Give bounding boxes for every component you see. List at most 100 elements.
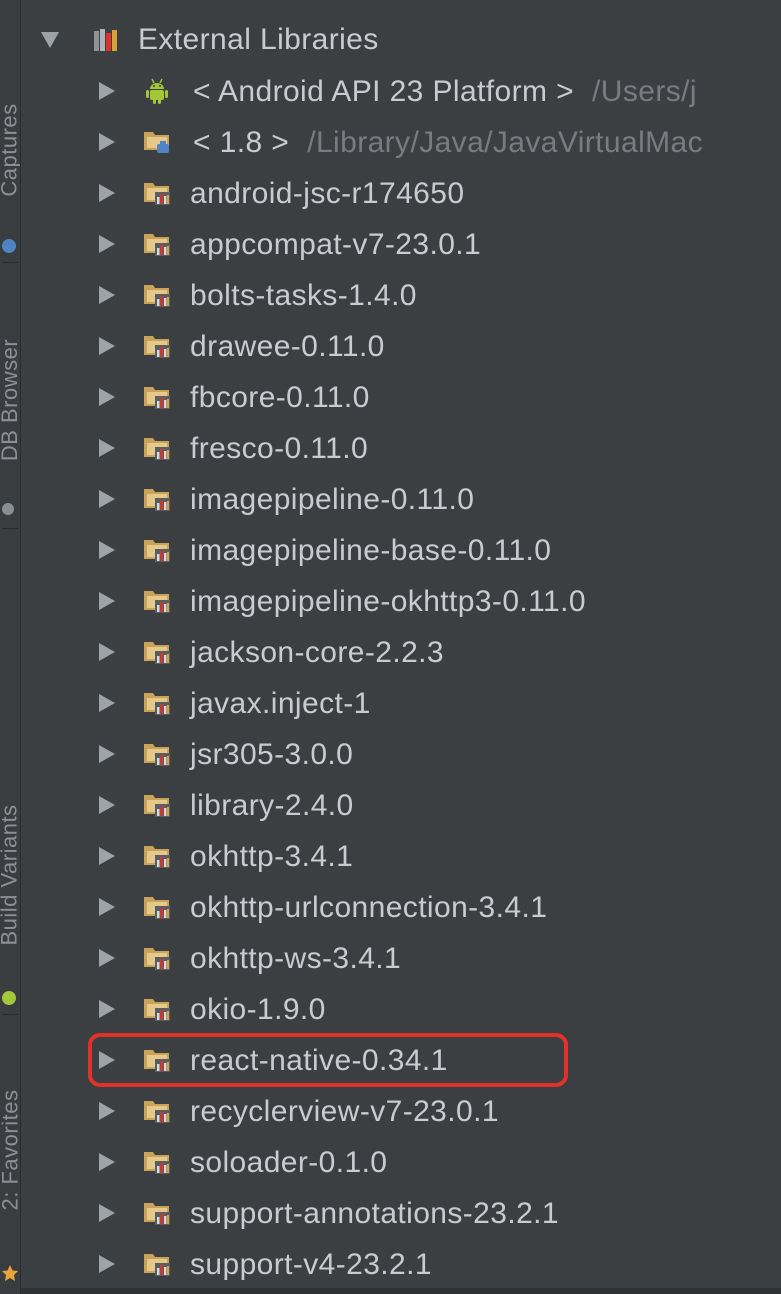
library-folder-icon — [143, 944, 171, 970]
tree-item[interactable]: imagepipeline-base-0.11.0 — [21, 525, 781, 576]
tree-item-name: support-v4-23.2.1 — [190, 1247, 432, 1281]
collapse-arrow-icon[interactable] — [99, 541, 115, 559]
tree-item-name: okhttp-urlconnection-3.4.1 — [190, 890, 548, 924]
tree-item-label: appcompat-v7-23.0.1 — [190, 228, 481, 262]
collapse-arrow-icon[interactable] — [99, 439, 115, 457]
tree-item[interactable]: okhttp-urlconnection-3.4.1 — [21, 882, 781, 933]
tree-item-label: jackson-core-2.2.3 — [190, 636, 444, 670]
favorites-tab-label: 2: Favorites — [0, 1089, 21, 1211]
tree-item[interactable]: support-annotations-23.2.1 — [21, 1188, 781, 1239]
captures-icon — [0, 236, 20, 256]
tree-item[interactable]: fresco-0.11.0 — [21, 423, 781, 474]
tree-item-label: bolts-tasks-1.4.0 — [190, 279, 417, 313]
collapse-arrow-icon[interactable] — [99, 82, 115, 100]
collapse-arrow-icon[interactable] — [99, 1204, 115, 1222]
db-browser-tab-label: DB Browser — [0, 338, 21, 462]
collapse-arrow-icon[interactable] — [99, 286, 115, 304]
tree-item-name: appcompat-v7-23.0.1 — [190, 227, 482, 261]
tree-item-name: < Android API 23 Platform > — [193, 74, 575, 108]
collapse-arrow-icon[interactable] — [99, 898, 115, 916]
tree-item-label: recyclerview-v7-23.0.1 — [190, 1095, 499, 1129]
tree-item-name: imagepipeline-okhttp3-0.11.0 — [190, 584, 586, 618]
library-folder-icon — [143, 587, 171, 613]
tree-item[interactable]: library-2.4.0 — [21, 780, 781, 831]
tree-item-label: fbcore-0.11.0 — [190, 381, 370, 415]
tree-item[interactable]: imagepipeline-okhttp3-0.11.0 — [21, 576, 781, 627]
favorites-tab[interactable]: 2: Favorites — [0, 1060, 20, 1240]
collapse-arrow-icon[interactable] — [99, 133, 115, 151]
tree-item[interactable]: recyclerview-v7-23.0.1 — [21, 1086, 781, 1137]
tree-item-name: fbcore-0.11.0 — [190, 380, 370, 414]
project-tool-window: Captures DB Browser Build Variants 2: Fa… — [0, 0, 781, 1294]
library-folder-icon — [143, 179, 171, 205]
favorites-star-icon — [0, 1258, 20, 1288]
collapse-arrow-icon[interactable] — [99, 490, 115, 508]
tree-item[interactable]: appcompat-v7-23.0.1 — [21, 219, 781, 270]
library-folder-icon — [143, 689, 171, 715]
tree-item-name: javax.inject-1 — [190, 686, 371, 720]
tree-item[interactable]: react-native-0.34.1 — [21, 1035, 781, 1086]
library-folder-icon — [143, 230, 171, 256]
tree-item[interactable]: okio-1.9.0 — [21, 984, 781, 1035]
tree-item-label: drawee-0.11.0 — [190, 330, 385, 364]
tree-item-label: library-2.4.0 — [190, 789, 354, 823]
expand-arrow-icon[interactable] — [41, 32, 59, 48]
build-variants-tab[interactable]: Build Variants — [0, 760, 20, 990]
tree-item[interactable]: < Android API 23 Platform > /Users/j — [21, 66, 781, 117]
tree-item-path: /Library/Java/JavaVirtualMac — [307, 125, 704, 159]
collapse-arrow-icon[interactable] — [99, 1255, 115, 1273]
collapse-arrow-icon[interactable] — [99, 694, 115, 712]
collapse-arrow-icon[interactable] — [99, 745, 115, 763]
db-browser-tab[interactable]: DB Browser — [0, 300, 20, 500]
tree-item[interactable]: okhttp-3.4.1 — [21, 831, 781, 882]
tree-root-external-libraries[interactable]: External Libraries — [21, 14, 781, 66]
tree-item-name: okio-1.9.0 — [190, 992, 326, 1026]
tree-item[interactable]: okhttp-ws-3.4.1 — [21, 933, 781, 984]
tree-item[interactable]: javax.inject-1 — [21, 678, 781, 729]
collapse-arrow-icon[interactable] — [99, 949, 115, 967]
tree-item[interactable]: imagepipeline-0.11.0 — [21, 474, 781, 525]
tree-item-label: okhttp-urlconnection-3.4.1 — [190, 891, 547, 925]
tree-item[interactable]: < 1.8 > /Library/Java/JavaVirtualMac — [21, 117, 781, 168]
tree-item-label: imagepipeline-0.11.0 — [190, 483, 474, 517]
db-browser-icon — [0, 500, 20, 520]
collapse-arrow-icon[interactable] — [99, 337, 115, 355]
library-folder-icon — [143, 842, 171, 868]
collapse-arrow-icon[interactable] — [99, 1051, 115, 1069]
collapse-arrow-icon[interactable] — [99, 1000, 115, 1018]
build-variants-icon — [0, 988, 20, 1008]
tree-item-label: < Android API 23 Platform > /Users/j — [193, 75, 697, 109]
captures-tab[interactable]: Captures — [0, 60, 20, 240]
tree-item-name: imagepipeline-base-0.11.0 — [190, 533, 552, 567]
library-folder-icon — [143, 332, 171, 358]
tree-item-label: okhttp-ws-3.4.1 — [190, 942, 401, 976]
collapse-arrow-icon[interactable] — [99, 388, 115, 406]
libraries-icon — [93, 27, 121, 53]
tree-item-name: fresco-0.11.0 — [190, 431, 369, 465]
captures-tab-label: Captures — [0, 103, 21, 197]
collapse-arrow-icon[interactable] — [99, 235, 115, 253]
tree-item[interactable]: drawee-0.11.0 — [21, 321, 781, 372]
tree-item-label: < 1.8 > /Library/Java/JavaVirtualMac — [193, 126, 703, 160]
collapse-arrow-icon[interactable] — [99, 847, 115, 865]
collapse-arrow-icon[interactable] — [99, 1153, 115, 1171]
tree-item[interactable]: jsr305-3.0.0 — [21, 729, 781, 780]
tree-item-name: jsr305-3.0.0 — [190, 737, 354, 771]
collapse-arrow-icon[interactable] — [99, 184, 115, 202]
tree-item[interactable]: jackson-core-2.2.3 — [21, 627, 781, 678]
collapse-arrow-icon[interactable] — [99, 592, 115, 610]
library-folder-icon — [143, 1148, 171, 1174]
collapse-arrow-icon[interactable] — [99, 643, 115, 661]
tree-item[interactable]: android-jsc-r174650 — [21, 168, 781, 219]
library-folder-icon — [143, 485, 171, 511]
tree-item[interactable]: bolts-tasks-1.4.0 — [21, 270, 781, 321]
tree-item[interactable]: fbcore-0.11.0 — [21, 372, 781, 423]
tree-item[interactable]: support-v4-23.2.1 — [21, 1239, 781, 1290]
tree-item-path: /Users/j — [592, 74, 697, 108]
collapse-arrow-icon[interactable] — [99, 1102, 115, 1120]
library-folder-icon — [143, 536, 171, 562]
collapse-arrow-icon[interactable] — [99, 796, 115, 814]
tree-item-label: support-v4-23.2.1 — [190, 1248, 432, 1282]
tree-item[interactable]: soloader-0.1.0 — [21, 1137, 781, 1188]
tree-item-name: react-native-0.34.1 — [190, 1043, 448, 1077]
